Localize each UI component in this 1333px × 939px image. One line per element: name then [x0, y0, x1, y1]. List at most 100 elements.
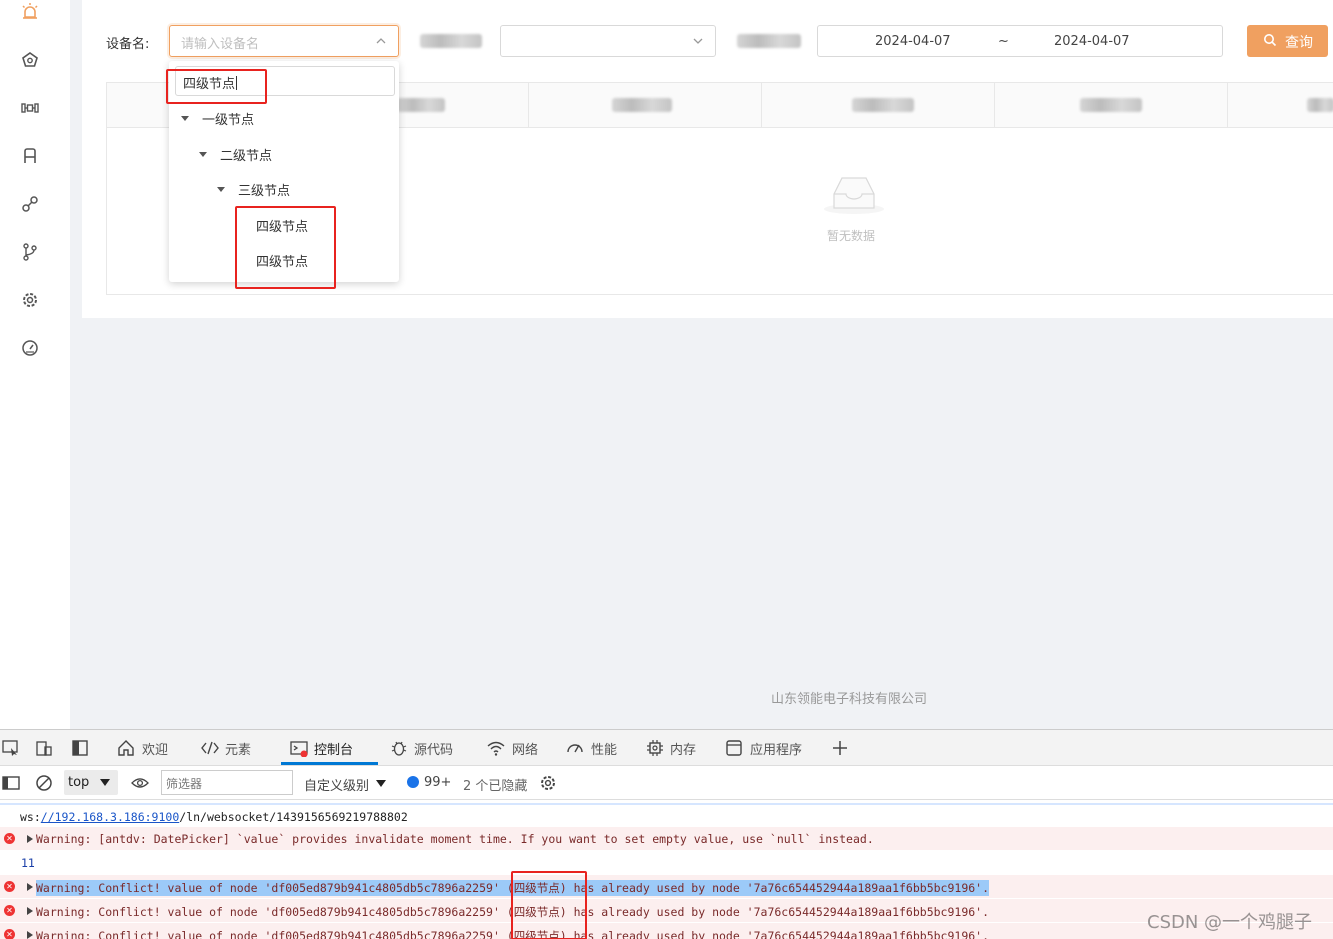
alarm-icon[interactable] — [20, 2, 40, 22]
chevron-down-icon — [693, 38, 703, 44]
sidebar-toggle-icon[interactable] — [2, 774, 20, 792]
tab-memory[interactable]: 内存 — [670, 739, 696, 758]
seat-icon[interactable] — [20, 146, 40, 166]
expand-arrow-icon[interactable] — [27, 883, 33, 891]
chevron-up-icon — [376, 38, 386, 44]
gauge-icon — [567, 744, 583, 753]
branch-icon[interactable] — [20, 242, 40, 262]
console-warning-line: ✕ Warning: Conflict! value of node 'df00… — [0, 899, 1333, 922]
console-toolbar: top 筛选器 自定义级别 99+ 2 个已隐藏 — [0, 766, 1333, 800]
tab-welcome[interactable]: 欢迎 — [142, 739, 168, 758]
content-background — [70, 318, 1333, 729]
empty-inbox-icon — [824, 177, 884, 214]
devtools-panel: 欢迎 元素 控制台 源代码 网络 性能 内存 应用程序 top 筛选器 自定义级… — [0, 729, 1333, 939]
ws-prefix: ws: — [20, 810, 41, 824]
context-value: top — [68, 775, 90, 790]
dock-side-icon[interactable] — [71, 739, 89, 757]
watermark: CSDN @一个鸡腿子 — [1147, 912, 1313, 933]
sidebar — [0, 0, 70, 729]
empty-text: 暂无数据 — [827, 229, 876, 243]
error-icon: ✕ — [4, 833, 15, 844]
dumbbell-icon[interactable] — [20, 98, 40, 118]
blurred-label — [737, 34, 801, 48]
link-icon[interactable] — [20, 194, 40, 214]
speedometer-icon[interactable] — [20, 338, 40, 358]
conflict-text-tail: has already used by node '7a76c654452944… — [566, 929, 990, 939]
log-level-select[interactable]: 自定义级别 — [304, 775, 369, 794]
device-emulation-icon[interactable] — [35, 739, 53, 757]
tab-elements[interactable]: 元素 — [225, 739, 251, 758]
chip-icon — [647, 740, 663, 756]
tab-performance[interactable]: 性能 — [591, 739, 617, 758]
end-date[interactable]: 2024-04-07 — [1054, 34, 1130, 49]
column-header — [1080, 98, 1142, 112]
error-icon: ✕ — [4, 881, 15, 892]
query-button[interactable]: 查询 — [1247, 25, 1328, 57]
wifi-icon — [487, 741, 505, 756]
tab-network[interactable]: 网络 — [512, 739, 538, 758]
tab-application[interactable]: 应用程序 — [750, 739, 802, 758]
tree-node-level-2[interactable]: 二级节点 — [220, 145, 272, 164]
blurred-label — [420, 34, 482, 48]
date-separator: ~ — [998, 34, 1009, 49]
type-select[interactable] — [500, 25, 716, 57]
console-line: ws://192.168.3.186:9100/ln/websocket/143… — [0, 803, 1333, 826]
filter-placeholder: 筛选器 — [166, 777, 203, 791]
tree-node-level-3[interactable]: 三级节点 — [238, 180, 290, 199]
expand-caret-icon[interactable] — [199, 152, 207, 157]
console-warning-line: ✕ Warning: Conflict! value of node 'df00… — [0, 923, 1333, 939]
dashboard-pentagon-icon[interactable] — [20, 50, 40, 70]
dropdown-arrow-icon — [376, 780, 386, 787]
column-header — [397, 98, 445, 112]
bug-icon — [391, 741, 407, 756]
expand-arrow-icon[interactable] — [27, 907, 33, 915]
column-divider — [994, 83, 995, 128]
tab-console[interactable]: 控制台 — [314, 739, 353, 758]
inspect-icon[interactable] — [2, 739, 20, 757]
search-icon — [1264, 34, 1277, 47]
eye-icon[interactable] — [131, 775, 149, 791]
conflict-text: Warning: Conflict! value of node 'df005e… — [36, 929, 507, 939]
message-count-icon — [407, 776, 419, 788]
error-icon: ✕ — [4, 905, 15, 916]
gear-icon[interactable] — [20, 290, 40, 310]
warning-text: Warning: [antdv: DatePicker] `value` pro… — [36, 832, 874, 846]
device-tree-select[interactable]: 请输入设备名 — [169, 25, 399, 57]
conflict-text-tail: has already used by node '7a76c654452944… — [566, 905, 990, 919]
device-placeholder: 请输入设备名 — [181, 37, 260, 52]
console-icon — [290, 741, 308, 757]
clear-console-icon[interactable] — [35, 774, 53, 792]
conflict-text: Warning: Conflict! value of node 'df005e… — [36, 905, 507, 919]
ws-link[interactable]: //192.168.3.186:9100 — [41, 810, 179, 824]
dropdown-arrow-icon — [100, 779, 110, 786]
tab-sources[interactable]: 源代码 — [414, 739, 453, 758]
highlight-box-search — [166, 69, 267, 104]
highlight-box-duplicate-nodes — [235, 206, 336, 289]
conflict-text: Warning: Conflict! value of node 'df005e… — [36, 881, 507, 895]
app-icon — [726, 740, 742, 756]
context-select[interactable]: top — [64, 770, 118, 795]
date-range-picker[interactable]: 2024-04-07 ~ 2024-04-07 — [817, 25, 1223, 57]
expand-arrow-icon[interactable] — [27, 931, 33, 939]
tree-node-level-1[interactable]: 一级节点 — [202, 109, 254, 128]
plus-icon[interactable] — [831, 739, 849, 757]
column-divider — [528, 83, 529, 128]
expand-caret-icon[interactable] — [181, 116, 189, 121]
message-count[interactable]: 99+ — [424, 775, 451, 790]
column-header — [612, 98, 672, 112]
console-settings-icon[interactable] — [539, 774, 557, 792]
column-divider — [1227, 83, 1228, 128]
hidden-count: 2 个已隐藏 — [463, 779, 528, 794]
highlight-box-console — [511, 871, 587, 939]
start-date[interactable]: 2024-04-07 — [875, 34, 951, 49]
active-tab-indicator — [281, 762, 378, 765]
expand-arrow-icon[interactable] — [27, 835, 33, 843]
device-label: 设备名: — [106, 37, 150, 52]
console-filter-input[interactable]: 筛选器 — [161, 770, 293, 795]
code-icon — [201, 741, 219, 755]
column-header — [852, 98, 914, 112]
expand-caret-icon[interactable] — [217, 187, 225, 192]
conflict-text-tail: has already used by node '7a76c654452944… — [566, 881, 990, 895]
console-warning-line: ✕ Warning: [antdv: DatePicker] `value` p… — [0, 827, 1333, 850]
devtools-tab-bar: 欢迎 元素 控制台 源代码 网络 性能 内存 应用程序 — [0, 730, 1333, 766]
